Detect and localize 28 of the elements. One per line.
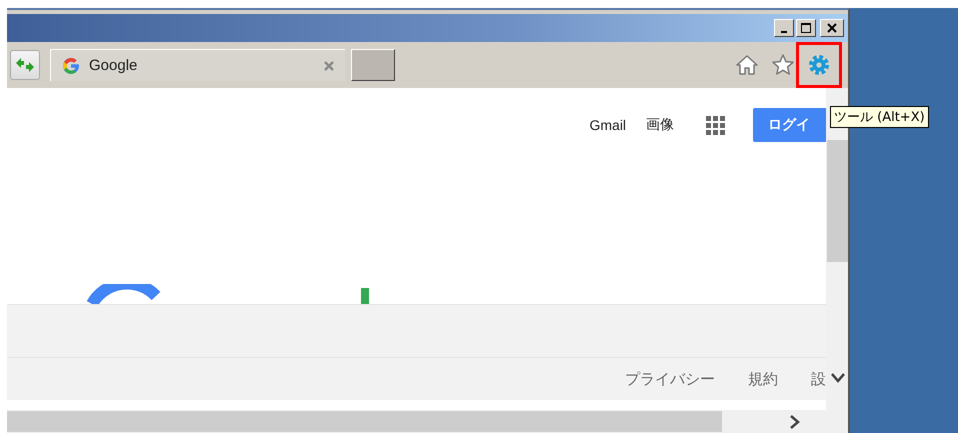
scroll-right-icon[interactable] [789, 414, 801, 428]
browser-tab[interactable]: Google [50, 49, 345, 81]
tooltip-text: ツール (Alt+X) [834, 110, 925, 125]
footer-link[interactable]: プライバシー [625, 370, 716, 388]
horizontal-scrollbar[interactable] [7, 410, 826, 433]
scroll-down-icon[interactable] [830, 372, 846, 384]
back-forward-button[interactable] [10, 50, 40, 80]
arrows-icon [15, 57, 35, 73]
star-icon[interactable] [771, 53, 795, 77]
google-logo-icon [63, 57, 79, 74]
login-button[interactable]: ログイ [753, 108, 826, 142]
header-link[interactable]: 画像 [646, 116, 674, 134]
footer-link[interactable]: 設 [811, 370, 826, 388]
minimize-button[interactable] [774, 19, 794, 37]
apps-grid-icon[interactable] [706, 116, 726, 134]
footer-link[interactable]: 規約 [748, 370, 778, 388]
tab-title: Google [89, 57, 138, 74]
minimize-icon [781, 30, 787, 32]
vertical-scrollbar[interactable] [826, 88, 848, 433]
close-icon [827, 23, 837, 33]
close-button[interactable] [820, 19, 844, 37]
home-icon[interactable] [735, 53, 759, 77]
header-link[interactable]: Gmail [589, 117, 626, 133]
maximize-icon [801, 23, 811, 33]
scrollbar-thumb[interactable] [7, 411, 722, 432]
maximize-button[interactable] [796, 19, 816, 37]
scrollbar-thumb[interactable] [827, 140, 848, 262]
new-tab-button[interactable] [351, 49, 395, 81]
